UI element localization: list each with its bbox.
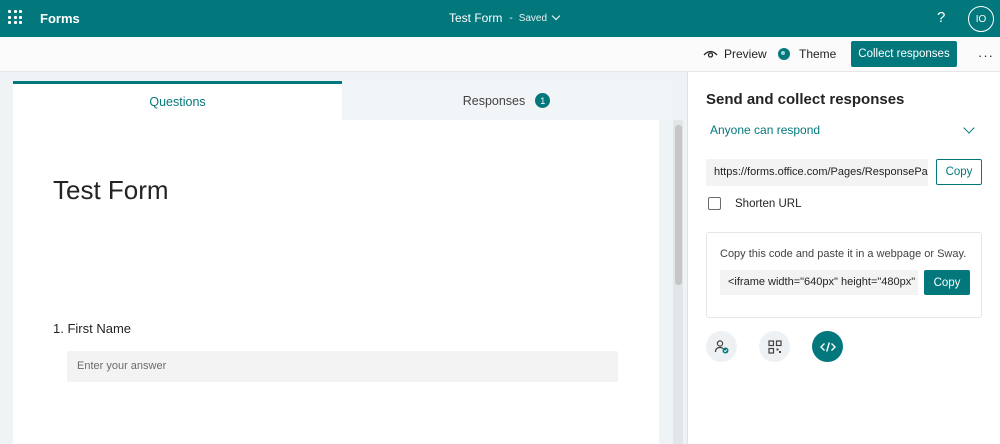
top-bar: Forms Test Form - Saved ? IO	[0, 0, 1000, 37]
save-status: Saved	[518, 12, 548, 24]
tab-questions[interactable]: Questions	[13, 81, 342, 120]
form-editor: Questions Responses 1 Test Form 1. First…	[13, 81, 671, 444]
preview-button[interactable]: Preview	[703, 47, 767, 61]
command-bar: Preview Theme Collect responses ···	[0, 37, 1000, 72]
send-responses-panel: Send and collect responses Anyone can re…	[687, 72, 1000, 444]
copy-embed-button[interactable]: Copy	[924, 270, 970, 295]
app-launcher-icon[interactable]	[8, 10, 22, 24]
form-title[interactable]: Test Form	[53, 175, 169, 206]
shorten-url-checkbox[interactable]	[708, 197, 721, 210]
share-url-field[interactable]: https://forms.office.com/Pages/ResponseP…	[706, 159, 928, 186]
embed-hint: Copy this code and paste it in a webpage…	[720, 248, 967, 260]
title-separator: -	[509, 12, 513, 24]
form-title-menu[interactable]: Test Form - Saved	[449, 11, 561, 25]
embed-code-box: Copy this code and paste it in a webpage…	[706, 232, 982, 318]
collect-responses-button[interactable]: Collect responses	[851, 41, 957, 67]
chevron-down-icon	[551, 11, 561, 21]
question-label[interactable]: 1. First Name	[53, 321, 131, 336]
preview-label: Preview	[724, 47, 767, 61]
share-people-icon	[714, 339, 728, 353]
qr-code-icon	[767, 339, 782, 354]
copy-url-button[interactable]: Copy	[936, 159, 982, 185]
theme-button[interactable]: Theme	[778, 47, 836, 61]
qr-code-button[interactable]	[759, 331, 790, 362]
responses-count-badge: 1	[535, 93, 551, 108]
eye-icon	[703, 50, 718, 58]
shorten-url-label[interactable]: Shorten URL	[735, 198, 801, 210]
embed-code-icon	[819, 341, 836, 352]
help-icon[interactable]: ?	[937, 9, 945, 26]
panel-title: Send and collect responses	[706, 91, 905, 108]
tab-responses[interactable]: Responses 1	[342, 81, 671, 120]
share-people-button[interactable]	[706, 331, 737, 362]
tab-responses-label: Responses	[462, 93, 526, 108]
tab-questions-label: Questions	[149, 95, 206, 109]
avatar[interactable]: IO	[968, 6, 994, 32]
chevron-down-icon[interactable]	[963, 122, 975, 134]
embed-code-field[interactable]: <iframe width="640px" height="480px" src…	[720, 270, 918, 295]
theme-label: Theme	[799, 47, 837, 61]
embed-code-button[interactable]	[812, 331, 843, 362]
topbar-form-title: Test Form	[449, 11, 503, 25]
theme-icon	[778, 48, 790, 60]
answer-input[interactable]: Enter your answer	[67, 351, 618, 382]
app-name[interactable]: Forms	[40, 11, 80, 26]
more-options-icon[interactable]: ···	[978, 48, 994, 63]
audience-dropdown[interactable]: Anyone can respond	[710, 123, 820, 137]
scrollbar-thumb[interactable]	[675, 125, 682, 285]
